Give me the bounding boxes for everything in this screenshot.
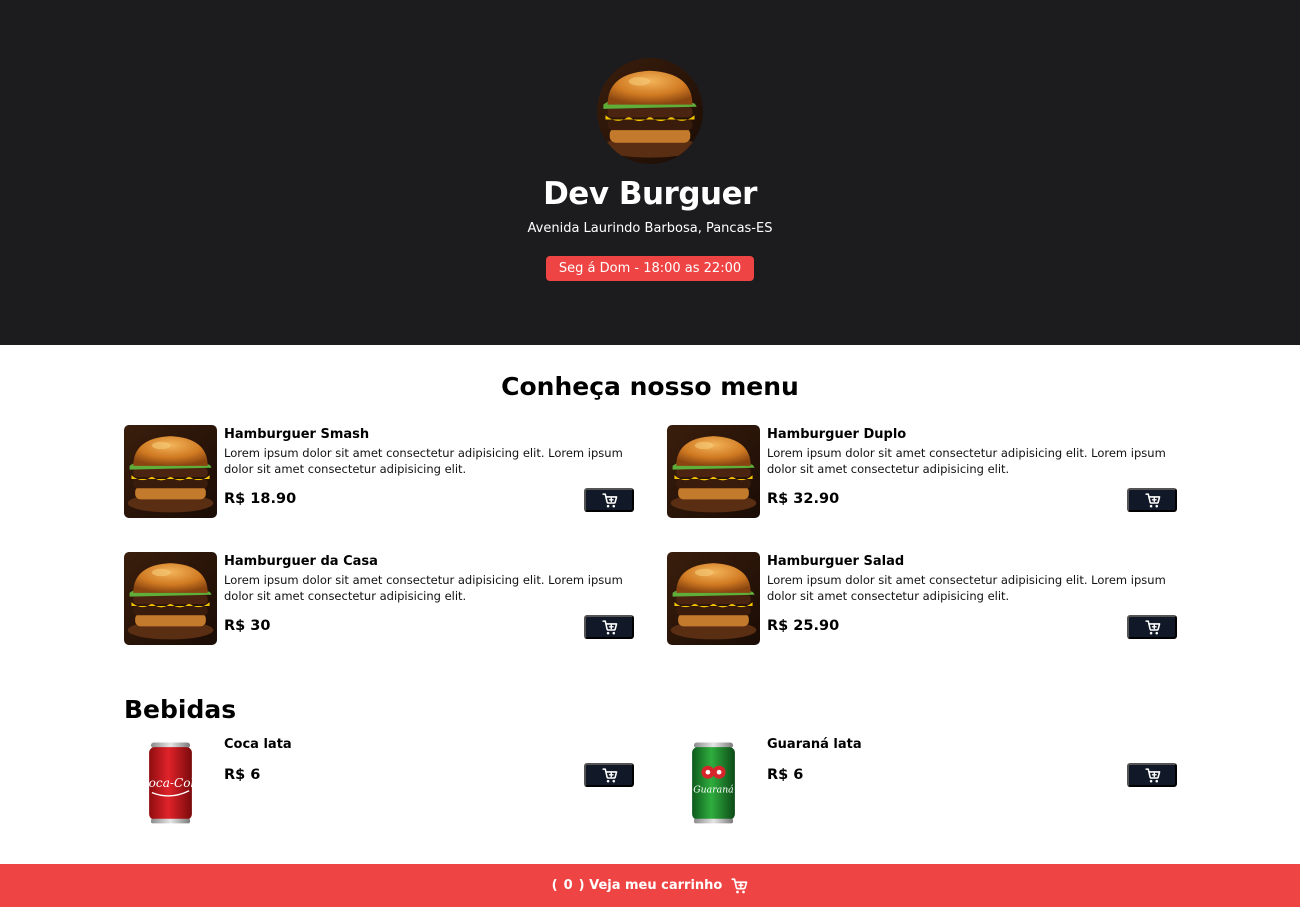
item-description: Lorem ipsum dolor sit amet consectetur a…	[767, 573, 1166, 603]
menu-item-hamburguer-salad: Hamburguer Salad Lorem ipsum dolor sit a…	[667, 552, 1177, 646]
coca-lata-image: Coca-Cola	[124, 735, 217, 828]
hamburguer-da-casa-image	[124, 552, 217, 645]
item-price: R$ 6	[224, 767, 261, 783]
item-price: R$ 25.90	[767, 618, 840, 634]
item-price: R$ 18.90	[224, 491, 297, 507]
add-to-cart-button[interactable]	[584, 488, 634, 512]
item-description: Lorem ipsum dolor sit amet consectetur a…	[224, 573, 623, 603]
can-brand-text: Guaraná	[693, 785, 734, 796]
hamburguer-duplo-image	[667, 425, 760, 518]
cart-plus-icon	[601, 492, 618, 509]
can-brand-text: Coca-Cola	[139, 776, 201, 790]
guarana-lata-image: Guaraná	[667, 735, 760, 828]
drink-item-guarana-lata: Guaraná Guaraná lata R$ 6	[667, 735, 1177, 829]
menu-item-hamburguer-duplo: Hamburguer Duplo Lorem ipsum dolor sit a…	[667, 425, 1177, 519]
add-to-cart-button[interactable]	[1127, 615, 1177, 639]
add-to-cart-button[interactable]	[1127, 763, 1177, 787]
cart-icon	[730, 877, 748, 895]
item-price: R$ 6	[767, 767, 804, 783]
cart-plus-icon	[1144, 619, 1161, 636]
hamburguer-salad-image	[667, 552, 760, 645]
cart-plus-icon	[601, 619, 618, 636]
menu-title: Conheça nosso menu	[501, 372, 799, 401]
item-price: R$ 30	[224, 618, 271, 634]
store-logo	[597, 58, 703, 164]
menu-item-hamburguer-da-casa: Hamburguer da Casa Lorem ipsum dolor sit…	[124, 552, 634, 646]
drink-item-coca-lata: Coca-Cola Coca lata R$ 6	[124, 735, 634, 829]
cart-count: 0	[563, 878, 573, 893]
view-cart-label: ) Veja meu carrinho	[578, 878, 723, 893]
item-price: R$ 32.90	[767, 491, 840, 507]
cart-plus-icon	[1144, 767, 1161, 784]
add-to-cart-button[interactable]	[584, 615, 634, 639]
item-name: Hamburguer Smash	[224, 427, 370, 442]
item-name: Hamburguer Duplo	[767, 427, 907, 442]
item-name: Guaraná lata	[767, 737, 862, 752]
opening-hours-badge: Seg á Dom - 18:00 as 22:00	[545, 256, 755, 281]
add-to-cart-button[interactable]	[584, 763, 634, 787]
item-name: Coca lata	[224, 737, 292, 752]
cart-plus-icon	[601, 767, 618, 784]
item-description: Lorem ipsum dolor sit amet consectetur a…	[767, 446, 1166, 476]
store-address: Avenida Laurindo Barbosa, Pancas-ES	[527, 221, 773, 236]
hero-header: Dev Burguer Avenida Laurindo Barbosa, Pa…	[0, 0, 1300, 345]
item-description: Lorem ipsum dolor sit amet consectetur a…	[224, 446, 623, 476]
drinks-section-title: Bebidas	[124, 695, 237, 724]
add-to-cart-button[interactable]	[1127, 488, 1177, 512]
cart-count-open-paren: (	[551, 878, 558, 893]
hamburguer-smash-image	[124, 425, 217, 518]
view-cart-footer-button[interactable]: ( 0 ) Veja meu carrinho	[0, 864, 1300, 907]
item-name: Hamburguer Salad	[767, 554, 905, 569]
cart-plus-icon	[1144, 492, 1161, 509]
menu-item-hamburguer-smash: Hamburguer Smash Lorem ipsum dolor sit a…	[124, 425, 634, 519]
item-name: Hamburguer da Casa	[224, 554, 378, 569]
store-name: Dev Burguer	[543, 176, 757, 212]
